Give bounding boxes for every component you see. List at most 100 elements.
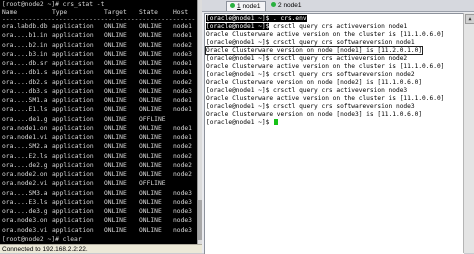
cell-host: node3	[173, 189, 192, 197]
terminal-line: [oracle@node1 ~]$ crsctl query crs activ…	[206, 55, 408, 62]
cell-target: ONLINE	[104, 189, 127, 197]
right-window: 1 node1 2 node1 [oracle@node1 ~]$ . crs.…	[202, 0, 474, 254]
cell-host: node2	[173, 171, 192, 178]
cell-host: node1	[173, 60, 192, 67]
table-row: ora....b3.inst application ONLINE ONLINE nod…	[0, 51, 197, 58]
cell-state: ONLINE	[139, 32, 162, 40]
cell-target: ONLINE	[104, 217, 127, 225]
cell-name: ora....E2.lsnr	[2, 152, 48, 160]
table-row: ora....de1.gsd application ONLINE OFFLINE	[0, 116, 197, 123]
header-name: Name	[2, 9, 18, 16]
table-row: ora....b2.inst application ONLINE ONLINE nod…	[0, 42, 197, 49]
cell-state: ONLINE	[139, 189, 162, 197]
cell-state: ONLINE	[139, 226, 162, 234]
terminal-line: Oracle Clusterware active version on the…	[206, 31, 445, 38]
cell-name: ora....b2.inst	[2, 41, 48, 49]
cell-name: ora....db2.srv	[2, 78, 48, 86]
cell-host: node1	[173, 23, 192, 30]
cell-name: ora.node1.ons	[2, 124, 48, 132]
tab-node1-2[interactable]: 2 node1	[268, 1, 308, 11]
table-row: ora....de2.gsd application ONLINE ONLINE nod…	[0, 162, 197, 169]
cell-target: ONLINE	[104, 78, 127, 86]
cell-name: ora....db.srv	[2, 60, 48, 67]
cell-name: ora....b3.inst	[2, 50, 48, 58]
prompt-highlight: [oracle@node1 ~]$	[206, 23, 270, 30]
cell-state: ONLINE	[139, 124, 162, 132]
cell-type: application	[52, 32, 94, 40]
table-row: ora....b1.inst application ONLINE ONLINE nod…	[0, 32, 197, 39]
cell-type: application	[52, 124, 94, 132]
cell-target: ONLINE	[104, 60, 127, 67]
cell-target: ONLINE	[104, 208, 127, 215]
table-row: ora....SM3.asm application ONLINE ONLINE nod…	[0, 190, 197, 197]
cell-state: ONLINE	[139, 50, 162, 58]
cell-target: ONLINE	[104, 134, 127, 141]
cell-type: application	[52, 226, 94, 234]
scroll-up-icon[interactable]: ▲	[465, 14, 474, 24]
cursor	[274, 119, 279, 125]
tab-label: node1	[283, 2, 302, 9]
cell-state: ONLINE	[139, 97, 162, 104]
cell-name: ora....E3.lsnr	[2, 198, 48, 206]
cell-host: node2	[173, 143, 192, 151]
terminal-line: [oracle@node1 ~]$	[206, 119, 279, 126]
cell-name: ora....E1.lsnr	[2, 106, 48, 114]
cell-name: ora....db1.srv	[2, 69, 48, 77]
cell-type: application	[52, 60, 94, 67]
table-row: ora.node3.vip application ONLINE ONLINE node…	[0, 227, 197, 234]
left-terminal[interactable]: [root@node2 ~]# crs_stat -t Name Type Ta…	[0, 0, 197, 244]
cell-name: ora.node3.ons	[2, 217, 48, 225]
cell-state: ONLINE	[139, 41, 162, 49]
cell-type: application	[52, 217, 94, 225]
cell-state: ONLINE	[139, 69, 162, 77]
right-scrollbar[interactable]: ▲	[463, 13, 474, 253]
cell-name: ora....SM3.asm	[2, 189, 48, 197]
cell-target: ONLINE	[104, 106, 127, 114]
prompt-text: [oracle@node1 ~]$	[206, 119, 274, 126]
terminal-line: [oracle@node1 ~]$ crsctl query crs softw…	[206, 39, 415, 46]
table-row: ora....SM2.asm application ONLINE ONLINE nod…	[0, 143, 197, 150]
cell-type: application	[52, 198, 94, 206]
cell-state: ONLINE	[139, 198, 162, 206]
tab-number: 2	[278, 2, 282, 9]
table-row: ora.node3.ons application ONLINE ONLINE node…	[0, 217, 197, 224]
cell-type: application	[52, 189, 94, 197]
cell-host: node1	[173, 106, 192, 114]
tab-bar: 1 node1 2 node1	[202, 0, 474, 12]
terminal-line-boxed: Oracle Clusterware version on node [node…	[205, 46, 424, 55]
cell-host: node1	[173, 124, 192, 132]
cell-target: ONLINE	[104, 226, 127, 234]
cell-target: ONLINE	[104, 97, 127, 104]
cell-state: OFFLINE	[139, 115, 166, 123]
cell-host: node2	[173, 41, 192, 49]
cell-target: ONLINE	[104, 69, 127, 77]
header-state: State	[139, 9, 158, 16]
cell-state: ONLINE	[139, 60, 162, 67]
right-terminal[interactable]: [oracle@node1 ~]$ . crs.env [oracle@node…	[204, 13, 464, 254]
table-header: Name Type Target State Host	[0, 9, 197, 16]
cell-name: ora.labdb.db	[2, 23, 48, 30]
cell-type: application	[52, 180, 94, 188]
table-row: ora....E2.lsnr application ONLINE ONLINE nod…	[0, 153, 197, 160]
terminal-line: [oracle@node1 ~]$ crsctl query crs activ…	[206, 87, 408, 94]
cell-state: ONLINE	[139, 87, 162, 95]
table-row: ora.labdb.db application ONLINE ONLINE node1	[0, 23, 197, 30]
cell-name: ora.node3.vip	[2, 226, 48, 234]
cell-state: ONLINE	[139, 106, 162, 114]
cell-type: application	[52, 171, 94, 178]
cell-name: ora.node2.vip	[2, 180, 48, 188]
cell-target: ONLINE	[104, 32, 127, 40]
cell-name: ora....db3.srv	[2, 87, 48, 95]
cell-type: application	[52, 161, 94, 169]
table-row: ora....db2.srv application ONLINE ONLINE nod…	[0, 79, 197, 86]
terminal-line: Oracle Clusterware active version on the…	[206, 63, 445, 70]
cell-state: ONLINE	[139, 161, 162, 169]
terminal-line: [oracle@node1 ~]$ crsctl query crs softw…	[206, 103, 415, 110]
cell-target: ONLINE	[104, 161, 127, 169]
cell-host: node2	[173, 161, 192, 169]
tab-node1-1[interactable]: 1 node1	[226, 1, 266, 11]
table-row: ora.node1.vip application ONLINE ONLINE node…	[0, 134, 197, 141]
cell-type: application	[52, 87, 94, 95]
table-row: ora.node1.ons application ONLINE ONLINE node…	[0, 125, 197, 132]
terminal-prompt-line: [root@node2 ~]# crs_stat -t	[2, 1, 105, 8]
